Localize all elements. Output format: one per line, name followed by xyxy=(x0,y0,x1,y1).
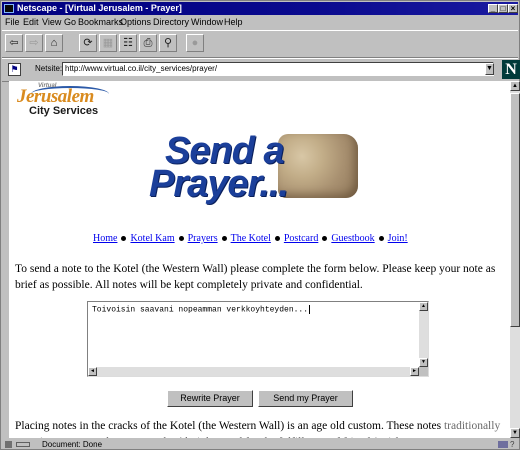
intro-text: To send a note to the Kotel (the Western… xyxy=(15,263,496,291)
textarea-corner xyxy=(419,367,428,376)
prayer-textarea[interactable]: Toivoisin saavani nopeamman verkkoyhteyd… xyxy=(87,301,429,377)
images-icon[interactable]: ▦ xyxy=(99,34,117,52)
closing-text: Placing notes in the cracks of the Kotel… xyxy=(15,418,505,438)
back-icon[interactable]: ⇦ xyxy=(5,34,23,52)
bullet-icon xyxy=(274,235,280,241)
scroll-up-icon[interactable]: ▲ xyxy=(419,302,428,311)
location-bar: ⚑ Netsite: http://www.virtual.co.il/city… xyxy=(2,58,520,82)
scroll-left-icon[interactable]: ◄ xyxy=(88,367,97,376)
nav-link-the-kotel[interactable]: The Kotel xyxy=(231,233,271,244)
western-wall-stone-image xyxy=(278,134,358,198)
prayer-textarea-value: Toivoisin saavani nopeamman verkkoyhteyd… xyxy=(92,305,311,315)
page-scroll-down-icon[interactable]: ▼ xyxy=(510,428,520,438)
menu-file[interactable]: File xyxy=(5,16,20,28)
page-scroll-thumb[interactable] xyxy=(510,93,520,327)
bullet-icon xyxy=(178,235,184,241)
menu-directory[interactable]: Directory xyxy=(153,16,189,28)
logo-subtitle: City Services xyxy=(29,105,99,117)
textarea-vertical-scrollbar[interactable]: ▲ ▼ xyxy=(419,302,428,367)
url-dropdown-icon[interactable]: ▼ xyxy=(485,63,494,75)
page-vertical-scrollbar[interactable]: ▲ ▼ xyxy=(510,81,520,438)
open-icon[interactable]: ☷ xyxy=(119,34,137,52)
bookmark-link-icon[interactable]: ⚑ xyxy=(8,63,21,76)
url-input[interactable]: http://www.virtual.co.il/city_services/p… xyxy=(62,62,494,76)
scroll-right-icon[interactable]: ► xyxy=(410,367,419,376)
scroll-down-icon[interactable]: ▼ xyxy=(419,358,428,367)
stop-icon[interactable]: ● xyxy=(186,34,204,52)
bullet-icon xyxy=(378,235,384,241)
banner-line-2: Prayer... xyxy=(149,163,289,205)
title-bar[interactable]: Netscape - [Virtual Jerusalem - Prayer] … xyxy=(2,2,518,15)
home-icon[interactable]: ⌂ xyxy=(45,34,63,52)
page-scroll-up-icon[interactable]: ▲ xyxy=(510,81,520,91)
security-key-icon[interactable] xyxy=(5,441,12,448)
text-caret xyxy=(309,305,311,314)
progress-bar xyxy=(16,442,30,447)
nav-link-kotel-kam[interactable]: Kotel Kam xyxy=(130,233,174,244)
page-content: Virtual Jerusalem City Services Send a P… xyxy=(9,81,510,438)
menu-options[interactable]: Options xyxy=(120,16,151,28)
location-label: Netsite: xyxy=(35,64,63,73)
send-prayer-button[interactable]: Send my Prayer xyxy=(258,390,353,407)
menu-view[interactable]: View xyxy=(42,16,61,28)
bullet-icon xyxy=(221,235,227,241)
site-logo[interactable]: Virtual Jerusalem City Services xyxy=(13,83,133,117)
reload-icon[interactable]: ⟳ xyxy=(79,34,97,52)
help-icon[interactable]: ? xyxy=(510,439,514,450)
menu-bar: File Edit View Go Bookmarks Options Dire… xyxy=(2,16,518,28)
toolbar: ⇦ ⇨ ⌂ ⟳ ▦ ☷ ⎙ ⚲ ● xyxy=(2,30,518,58)
minimize-button[interactable]: _ xyxy=(488,4,498,13)
nav-link-prayers[interactable]: Prayers xyxy=(188,233,218,244)
netscape-app-icon[interactable] xyxy=(4,4,14,13)
close-button[interactable]: × xyxy=(508,4,518,13)
maximize-button[interactable]: □ xyxy=(498,4,508,13)
status-bar: Document: Done ? xyxy=(2,439,518,450)
browser-window: Netscape - [Virtual Jerusalem - Prayer] … xyxy=(0,0,520,450)
menu-go[interactable]: Go xyxy=(64,16,76,28)
closing-line: Placing notes in the cracks of the Kotel… xyxy=(15,420,442,432)
forward-icon[interactable]: ⇨ xyxy=(25,34,43,52)
print-icon[interactable]: ⎙ xyxy=(139,34,157,52)
nav-link-postcard[interactable]: Postcard xyxy=(284,233,318,244)
nav-link-guestbook[interactable]: Guestbook xyxy=(331,233,374,244)
site-nav: Home Kotel Kam Prayers The Kotel Postcard Gue… xyxy=(93,233,408,244)
find-icon[interactable]: ⚲ xyxy=(159,34,177,52)
rewrite-prayer-button[interactable]: Rewrite Prayer xyxy=(167,390,253,407)
netscape-logo-icon[interactable]: N xyxy=(502,60,520,79)
window-title: Netscape - [Virtual Jerusalem - Prayer] xyxy=(17,3,182,13)
bullet-icon xyxy=(322,235,328,241)
nav-link-join[interactable]: Join! xyxy=(388,233,408,244)
mail-icon[interactable] xyxy=(498,441,508,448)
status-text: Document: Done xyxy=(42,440,103,449)
menu-edit[interactable]: Edit xyxy=(23,16,39,28)
textarea-horizontal-scrollbar[interactable]: ◄ ► xyxy=(88,367,419,376)
send-prayer-banner: Send a Prayer... xyxy=(149,126,379,216)
menu-help[interactable]: Help xyxy=(224,16,243,28)
nav-link-home[interactable]: Home xyxy=(93,233,117,244)
bullet-icon xyxy=(121,235,127,241)
menu-bookmarks[interactable]: Bookmarks xyxy=(78,16,123,28)
menu-window[interactable]: Window xyxy=(191,16,223,28)
